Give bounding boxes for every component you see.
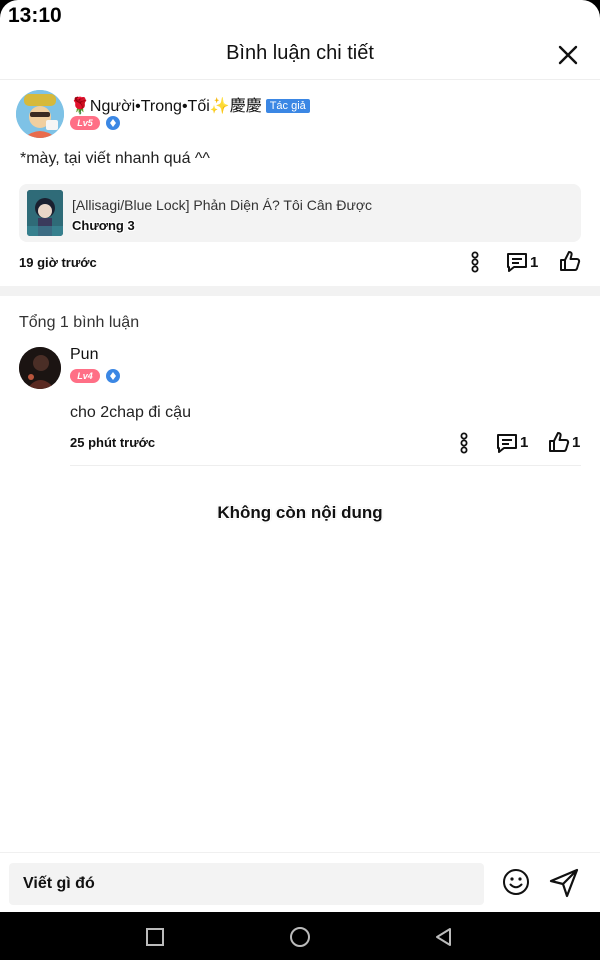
- post-username-text: 🌹Người•Trong•Tối✨慶慶: [70, 98, 262, 115]
- post-time: 19 giờ trước: [19, 255, 97, 270]
- avatar[interactable]: [16, 90, 64, 138]
- comment-like-count: 1: [572, 434, 581, 451]
- header: Bình luận chi tiết: [0, 30, 600, 80]
- reply-icon[interactable]: [496, 432, 518, 454]
- section-divider: [0, 286, 600, 296]
- work-card[interactable]: [Allisagi/Blue Lock] Phản Diện Á? Tôi Câ…: [19, 184, 581, 242]
- level-badge: Lv4: [70, 369, 100, 383]
- level-badge: Lv5: [70, 116, 100, 130]
- work-chapter: Chương 3: [72, 218, 135, 233]
- original-post: 🌹Người•Trong•Tối✨慶慶 Tác giả Lv5 *mày, tại…: [0, 80, 600, 286]
- more-options-icon[interactable]: [458, 432, 470, 454]
- comment-reply-count: 1: [520, 434, 529, 451]
- home-icon[interactable]: [289, 926, 311, 948]
- comment-total: Tổng 1 bình luận: [19, 314, 140, 331]
- author-tag: Tác giả: [265, 99, 310, 113]
- comment-input[interactable]: [9, 863, 484, 905]
- comment-time: 25 phút trước: [70, 435, 156, 450]
- work-title: [Allisagi/Blue Lock] Phản Diện Á? Tôi Câ…: [72, 197, 372, 213]
- comment-composer: [0, 852, 600, 912]
- divider: [70, 465, 581, 466]
- reply-icon[interactable]: [506, 251, 528, 273]
- android-nav-bar: [0, 912, 600, 960]
- end-of-list-label: Không còn nội dung: [217, 503, 383, 522]
- comment-username[interactable]: Pun: [70, 346, 98, 364]
- comment-detail-screen: 13:10 Bình luận chi tiết 🌹Người•Trong•Tố…: [0, 0, 600, 912]
- work-cover-image: [27, 190, 63, 236]
- post-username[interactable]: 🌹Người•Trong•Tối✨慶慶 Tác giả: [70, 92, 310, 116]
- close-icon[interactable]: [556, 43, 580, 67]
- verified-icon: [106, 116, 120, 130]
- verified-icon: [106, 369, 120, 383]
- page-title: Bình luận chi tiết: [226, 42, 374, 64]
- comment-text: cho 2chap đi cậu: [70, 404, 191, 421]
- like-icon[interactable]: [547, 430, 571, 454]
- post-text: *mày, tại viết nhanh quá ^^: [20, 150, 210, 167]
- recents-icon[interactable]: [144, 926, 166, 948]
- back-icon[interactable]: [433, 926, 455, 948]
- avatar[interactable]: [19, 347, 61, 389]
- like-icon[interactable]: [558, 249, 582, 273]
- send-icon[interactable]: [548, 867, 580, 899]
- more-options-icon[interactable]: [469, 251, 481, 273]
- post-reply-count: 1: [530, 254, 539, 271]
- emoji-icon[interactable]: [502, 868, 530, 896]
- status-time: 13:10: [8, 4, 62, 27]
